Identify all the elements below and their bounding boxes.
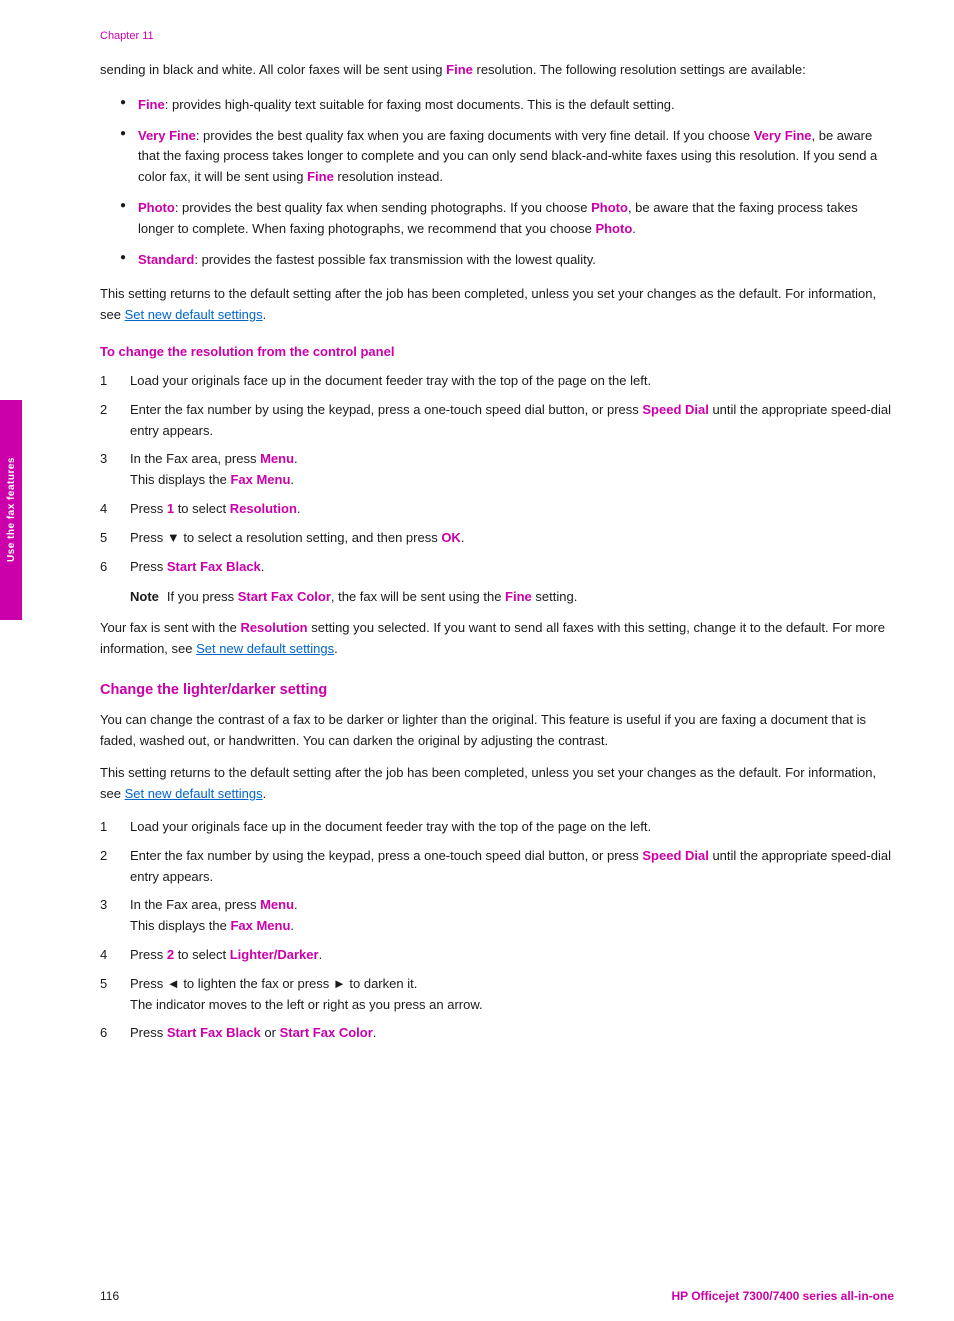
step2-2: 2 Enter the fax number by using the keyp… xyxy=(100,846,894,888)
bullet-very-fine: Very Fine: provides the best quality fax… xyxy=(120,126,894,188)
start-fax-black-keyword2: Start Fax Black xyxy=(167,1025,261,1040)
photo-keyword3: Photo xyxy=(595,221,632,236)
result-para: Your fax is sent with the Resolution set… xyxy=(100,618,894,660)
set-new-default-link1[interactable]: Set new default settings xyxy=(125,307,263,322)
step-text: In the Fax area, press Menu. This displa… xyxy=(130,895,894,937)
step1-5: 5 Press ▼ to select a resolution setting… xyxy=(100,528,894,549)
photo-keyword2: Photo xyxy=(591,200,628,215)
step-text: Press Start Fax Black or Start Fax Color… xyxy=(130,1023,894,1044)
step-text: Press ▼ to select a resolution setting, … xyxy=(130,528,894,549)
steps2-list: 1 Load your originals face up in the doc… xyxy=(100,817,894,1044)
sidebar-tab: Use the fax features xyxy=(0,400,22,620)
section2-main-heading: Change the lighter/darker setting xyxy=(100,682,894,698)
very-fine-keyword2: Very Fine xyxy=(754,128,812,143)
step-num: 5 xyxy=(100,974,130,1016)
speed-dial-keyword2: Speed Dial xyxy=(642,848,708,863)
fine-keyword: Fine xyxy=(138,97,165,112)
start-fax-black-keyword1: Start Fax Black xyxy=(167,559,261,574)
resolution-keyword2: Resolution xyxy=(240,620,307,635)
menu-keyword2: Menu xyxy=(260,897,294,912)
step-num: 3 xyxy=(100,895,130,937)
section2-para2: This setting returns to the default sett… xyxy=(100,763,894,805)
fine-keyword2: Fine xyxy=(307,169,334,184)
step-num: 2 xyxy=(100,846,130,888)
fax-menu-keyword2: Fax Menu xyxy=(230,918,290,933)
steps1-list: 1 Load your originals face up in the doc… xyxy=(100,371,894,577)
step-text: Load your originals face up in the docum… xyxy=(130,371,894,392)
photo-keyword: Photo xyxy=(138,200,175,215)
step-text: Enter the fax number by using the keypad… xyxy=(130,400,894,442)
section2-para1: You can change the contrast of a fax to … xyxy=(100,710,894,752)
resolution-keyword: Resolution xyxy=(230,501,297,516)
footer: 116 HP Officejet 7300/7400 series all-in… xyxy=(0,1289,954,1303)
step2-5: 5 Press ◄ to lighten the fax or press ► … xyxy=(100,974,894,1016)
set-new-default-link3[interactable]: Set new default settings xyxy=(125,786,263,801)
menu-keyword: Menu xyxy=(260,451,294,466)
footer-page-number: 116 xyxy=(100,1289,119,1303)
step-num: 5 xyxy=(100,528,130,549)
step-text: In the Fax area, press Menu. This displa… xyxy=(130,449,894,491)
fax-menu-keyword: Fax Menu xyxy=(230,472,290,487)
step1-4: 4 Press 1 to select Resolution. xyxy=(100,499,894,520)
start-fax-color-keyword2: Start Fax Color xyxy=(280,1025,373,1040)
step-text: Load your originals face up in the docum… xyxy=(130,817,894,838)
set-new-default-link2[interactable]: Set new default settings xyxy=(196,641,334,656)
step-text: Press 2 to select Lighter/Darker. xyxy=(130,945,894,966)
resolution-bullet-list: Fine: provides high-quality text suitabl… xyxy=(120,95,894,271)
main-content: Chapter 11 sending in black and white. A… xyxy=(100,0,894,1044)
intro-paragraph: sending in black and white. All color fa… xyxy=(100,60,894,81)
note-block: NoteIf you press Start Fax Color, the fa… xyxy=(130,587,894,608)
press-2-keyword: 2 xyxy=(167,947,174,962)
fine-keyword-intro: Fine xyxy=(446,62,473,77)
step2-3: 3 In the Fax area, press Menu. This disp… xyxy=(100,895,894,937)
step-text: Press ◄ to lighten the fax or press ► to… xyxy=(130,974,894,1016)
step-text: Press 1 to select Resolution. xyxy=(130,499,894,520)
step1-6: 6 Press Start Fax Black. xyxy=(100,557,894,578)
step-num: 4 xyxy=(100,499,130,520)
lighter-darker-keyword: Lighter/Darker xyxy=(230,947,319,962)
step-num: 1 xyxy=(100,817,130,838)
setting-returns-para: This setting returns to the default sett… xyxy=(100,284,894,326)
bullet-fine: Fine: provides high-quality text suitabl… xyxy=(120,95,894,116)
section1-heading: To change the resolution from the contro… xyxy=(100,344,894,359)
standard-keyword: Standard xyxy=(138,252,194,267)
press-1-keyword: 1 xyxy=(167,501,174,516)
speed-dial-keyword: Speed Dial xyxy=(642,402,708,417)
step2-1: 1 Load your originals face up in the doc… xyxy=(100,817,894,838)
step-num: 6 xyxy=(100,1023,130,1044)
start-fax-color-keyword: Start Fax Color xyxy=(238,589,331,604)
step2-4: 4 Press 2 to select Lighter/Darker. xyxy=(100,945,894,966)
ok-keyword: OK xyxy=(441,530,461,545)
note-label: Note xyxy=(130,589,159,604)
step-num: 3 xyxy=(100,449,130,491)
step-num: 6 xyxy=(100,557,130,578)
step1-1: 1 Load your originals face up in the doc… xyxy=(100,371,894,392)
step2-6: 6 Press Start Fax Black or Start Fax Col… xyxy=(100,1023,894,1044)
step1-2: 2 Enter the fax number by using the keyp… xyxy=(100,400,894,442)
step1-3: 3 In the Fax area, press Menu. This disp… xyxy=(100,449,894,491)
footer-product-name: HP Officejet 7300/7400 series all-in-one xyxy=(671,1289,894,1303)
step-num: 4 xyxy=(100,945,130,966)
sidebar-label: Use the fax features xyxy=(6,457,17,562)
page: Use the fax features Chapter 11 sending … xyxy=(0,0,954,1321)
chapter-header: Chapter 11 xyxy=(100,30,894,42)
very-fine-keyword: Very Fine xyxy=(138,128,196,143)
step-text: Enter the fax number by using the keypad… xyxy=(130,846,894,888)
fine-keyword3: Fine xyxy=(505,589,532,604)
step-text: Press Start Fax Black. xyxy=(130,557,894,578)
step-num: 1 xyxy=(100,371,130,392)
step-num: 2 xyxy=(100,400,130,442)
bullet-photo: Photo: provides the best quality fax whe… xyxy=(120,198,894,240)
bullet-standard: Standard: provides the fastest possible … xyxy=(120,250,894,271)
